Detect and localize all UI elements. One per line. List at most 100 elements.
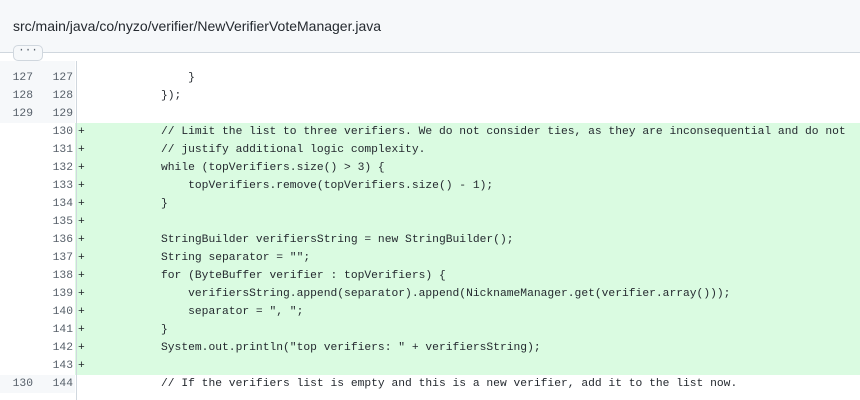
new-line-number[interactable]: 143 <box>33 357 75 375</box>
code-text: while (topVerifiers.size() > 3) { <box>161 162 385 174</box>
file-path[interactable]: src/main/java/co/nyzo/verifier/NewVerifi… <box>13 18 381 34</box>
old-line-number[interactable]: 127 <box>0 69 33 87</box>
diff-row-added: 139 + verifiersString.append(separator).a… <box>0 285 860 303</box>
diff-table: 127 127 } 128 128}); 129 129 130 +// Limit the … <box>0 61 860 393</box>
code-line: + while (topVerifiers.size() > 3) { <box>75 159 860 177</box>
diff-sign: + <box>78 144 85 156</box>
new-line-number[interactable]: 142 <box>33 339 75 357</box>
diff-sign: + <box>78 198 85 210</box>
new-line-number[interactable]: 128 <box>33 87 75 105</box>
old-line-number[interactable] <box>0 123 33 141</box>
code-text: } <box>161 198 168 210</box>
diff-sign: + <box>78 162 85 174</box>
new-line-number[interactable]: 134 <box>33 195 75 213</box>
code-text: StringBuilder verifiersString = new Stri… <box>161 234 514 246</box>
code-line: // If the verifiers list is empty and th… <box>75 375 860 393</box>
code-text: // Limit the list to three verifiers. We… <box>161 126 846 138</box>
code-text: separator = ", "; <box>161 306 304 318</box>
new-line-number[interactable]: 135 <box>33 213 75 231</box>
diff-sign: + <box>78 126 85 138</box>
old-line-number[interactable]: 130 <box>0 375 33 393</box>
new-line-number[interactable]: 136 <box>33 231 75 249</box>
old-line-number[interactable] <box>0 249 33 267</box>
diff-row-added: 140 + separator = ", "; <box>0 303 860 321</box>
old-line-number[interactable] <box>0 159 33 177</box>
code-text: verifiersString.append(separator).append… <box>161 288 731 300</box>
expand-lines-button[interactable]: ··· <box>13 45 43 61</box>
diff-sign: + <box>78 360 85 372</box>
diff-row-added: 134 +} <box>0 195 860 213</box>
code-line: + System.out.println("top verifiers: " + … <box>75 339 860 357</box>
diff-row-context: 130 144 // If the verifiers list is empty … <box>0 375 860 393</box>
old-line-number[interactable] <box>0 357 33 375</box>
new-line-number[interactable]: 129 <box>33 105 75 123</box>
spacer-cell <box>0 61 33 69</box>
code-line: + verifiersString.append(separator).appe… <box>75 285 860 303</box>
old-line-number[interactable] <box>0 195 33 213</box>
code-line: + for (ByteBuffer verifier : topVerifiers… <box>75 267 860 285</box>
new-line-number[interactable]: 139 <box>33 285 75 303</box>
old-line-number[interactable]: 128 <box>0 87 33 105</box>
code-text: } <box>161 72 195 84</box>
diff-row-context: 127 127 } <box>0 69 860 87</box>
old-line-number[interactable] <box>0 267 33 285</box>
code-line: +} <box>75 195 860 213</box>
new-line-number[interactable]: 132 <box>33 159 75 177</box>
code-text: }); <box>161 90 182 102</box>
code-line: + // Limit the list to three verifiers. W… <box>75 123 860 141</box>
code-text: // If the verifiers list is empty and th… <box>161 378 738 390</box>
code-line: +} <box>75 321 860 339</box>
diff-sign: + <box>78 270 85 282</box>
new-line-number[interactable]: 127 <box>33 69 75 87</box>
old-line-number[interactable] <box>0 339 33 357</box>
new-line-number[interactable]: 138 <box>33 267 75 285</box>
old-line-number[interactable] <box>0 321 33 339</box>
gutter-divider <box>76 61 77 400</box>
code-line: + <box>75 357 860 375</box>
spacer-cell <box>33 61 75 69</box>
diff-sign: + <box>78 306 85 318</box>
code-text: // justify additional logic complexity. <box>161 144 426 156</box>
old-line-number[interactable] <box>0 303 33 321</box>
diff-row-added: 132 + while (topVerifiers.size() > 3) { <box>0 159 860 177</box>
old-line-number[interactable] <box>0 231 33 249</box>
diff-spacer <box>0 61 860 69</box>
diff-row-added: 135 + <box>0 213 860 231</box>
diff-row-added: 138 + for (ByteBuffer verifier : topVerifi… <box>0 267 860 285</box>
code-line: } <box>75 69 860 87</box>
diff-row-added: 143 + <box>0 357 860 375</box>
new-line-number[interactable]: 130 <box>33 123 75 141</box>
diff-row-context: 129 129 <box>0 105 860 123</box>
old-line-number[interactable]: 129 <box>0 105 33 123</box>
diff-row-added: 137 + String separator = ""; <box>0 249 860 267</box>
diff-sign: + <box>78 216 85 228</box>
old-line-number[interactable] <box>0 285 33 303</box>
new-line-number[interactable]: 140 <box>33 303 75 321</box>
diff-sign: + <box>78 288 85 300</box>
old-line-number[interactable] <box>0 177 33 195</box>
old-line-number[interactable] <box>0 213 33 231</box>
diff-row-added: 130 + // Limit the list to three verifiers… <box>0 123 860 141</box>
code-line: + String separator = ""; <box>75 249 860 267</box>
new-line-number[interactable]: 131 <box>33 141 75 159</box>
diff-row-added: 141 +} <box>0 321 860 339</box>
diff-sign: + <box>78 252 85 264</box>
old-line-number[interactable] <box>0 141 33 159</box>
code-line: }); <box>75 87 860 105</box>
code-line: + topVerifiers.remove(topVerifiers.size(… <box>75 177 860 195</box>
diff-row-added: 142 + System.out.println("top verifiers: "… <box>0 339 860 357</box>
new-line-number[interactable]: 144 <box>33 375 75 393</box>
diff-sign: + <box>78 342 85 354</box>
diff-sign: + <box>78 324 85 336</box>
code-text: String separator = ""; <box>161 252 311 264</box>
diff-row-added: 133 + topVerifiers.remove(topVerifiers.si… <box>0 177 860 195</box>
new-line-number[interactable]: 133 <box>33 177 75 195</box>
new-line-number[interactable]: 141 <box>33 321 75 339</box>
code-text: System.out.println("top verifiers: " + v… <box>161 342 541 354</box>
diff-sign: + <box>78 180 85 192</box>
diff-row-added: 131 + // justify additional logic complexi… <box>0 141 860 159</box>
code-text: for (ByteBuffer verifier : topVerifiers)… <box>161 270 446 282</box>
spacer-cell <box>75 61 860 69</box>
new-line-number[interactable]: 137 <box>33 249 75 267</box>
code-line: + StringBuilder verifiersString = new Str… <box>75 231 860 249</box>
